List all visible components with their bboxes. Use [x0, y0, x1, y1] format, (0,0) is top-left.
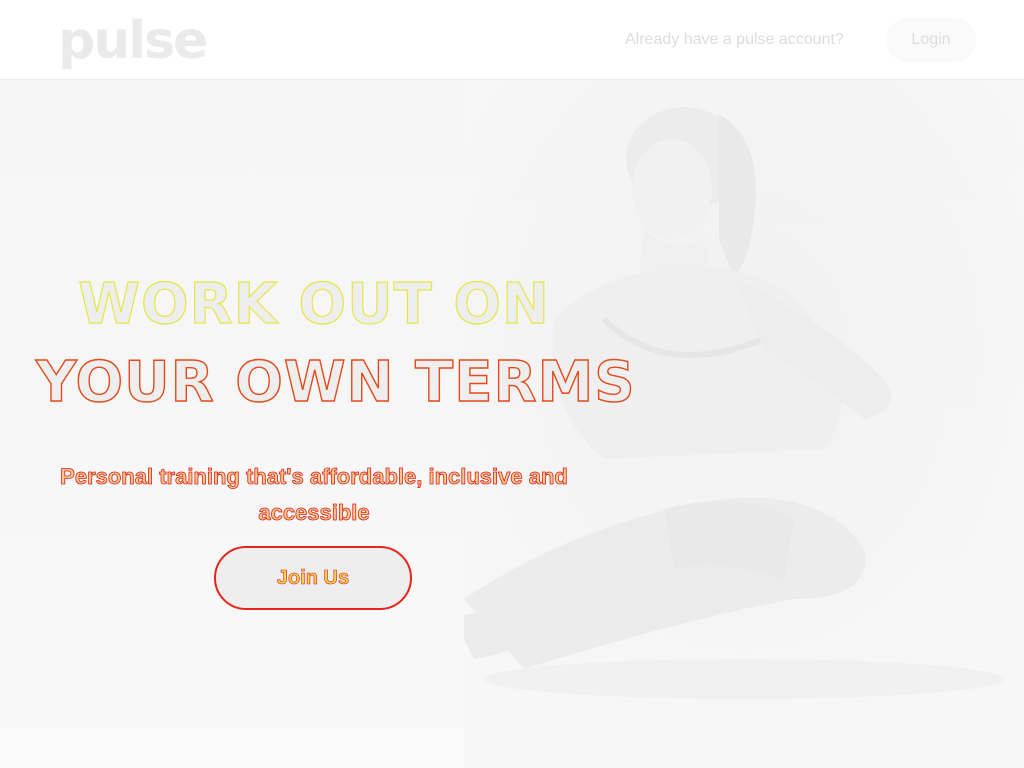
- top-nav: pulse Already have a pulse account? Logi…: [0, 0, 1024, 79]
- hero-image: [464, 79, 1024, 768]
- hero-headline-line-1: WORK OUT ON: [78, 271, 550, 337]
- pulse-logo[interactable]: pulse: [58, 6, 208, 76]
- join-us-button[interactable]: Join Us: [214, 546, 412, 610]
- landing-page: pulse Already have a pulse account? Logi…: [0, 0, 1024, 768]
- account-prompt: Already have a pulse account?: [625, 31, 844, 48]
- hero-subheading: Personal training that's affordable, inc…: [60, 464, 568, 526]
- hero-headline-line-2: YOUR OWN TERMS: [35, 349, 636, 415]
- hero-section: WORK OUT ON YOUR OWN TERMS Personal trai…: [0, 79, 1024, 768]
- login-button[interactable]: Login: [886, 18, 976, 62]
